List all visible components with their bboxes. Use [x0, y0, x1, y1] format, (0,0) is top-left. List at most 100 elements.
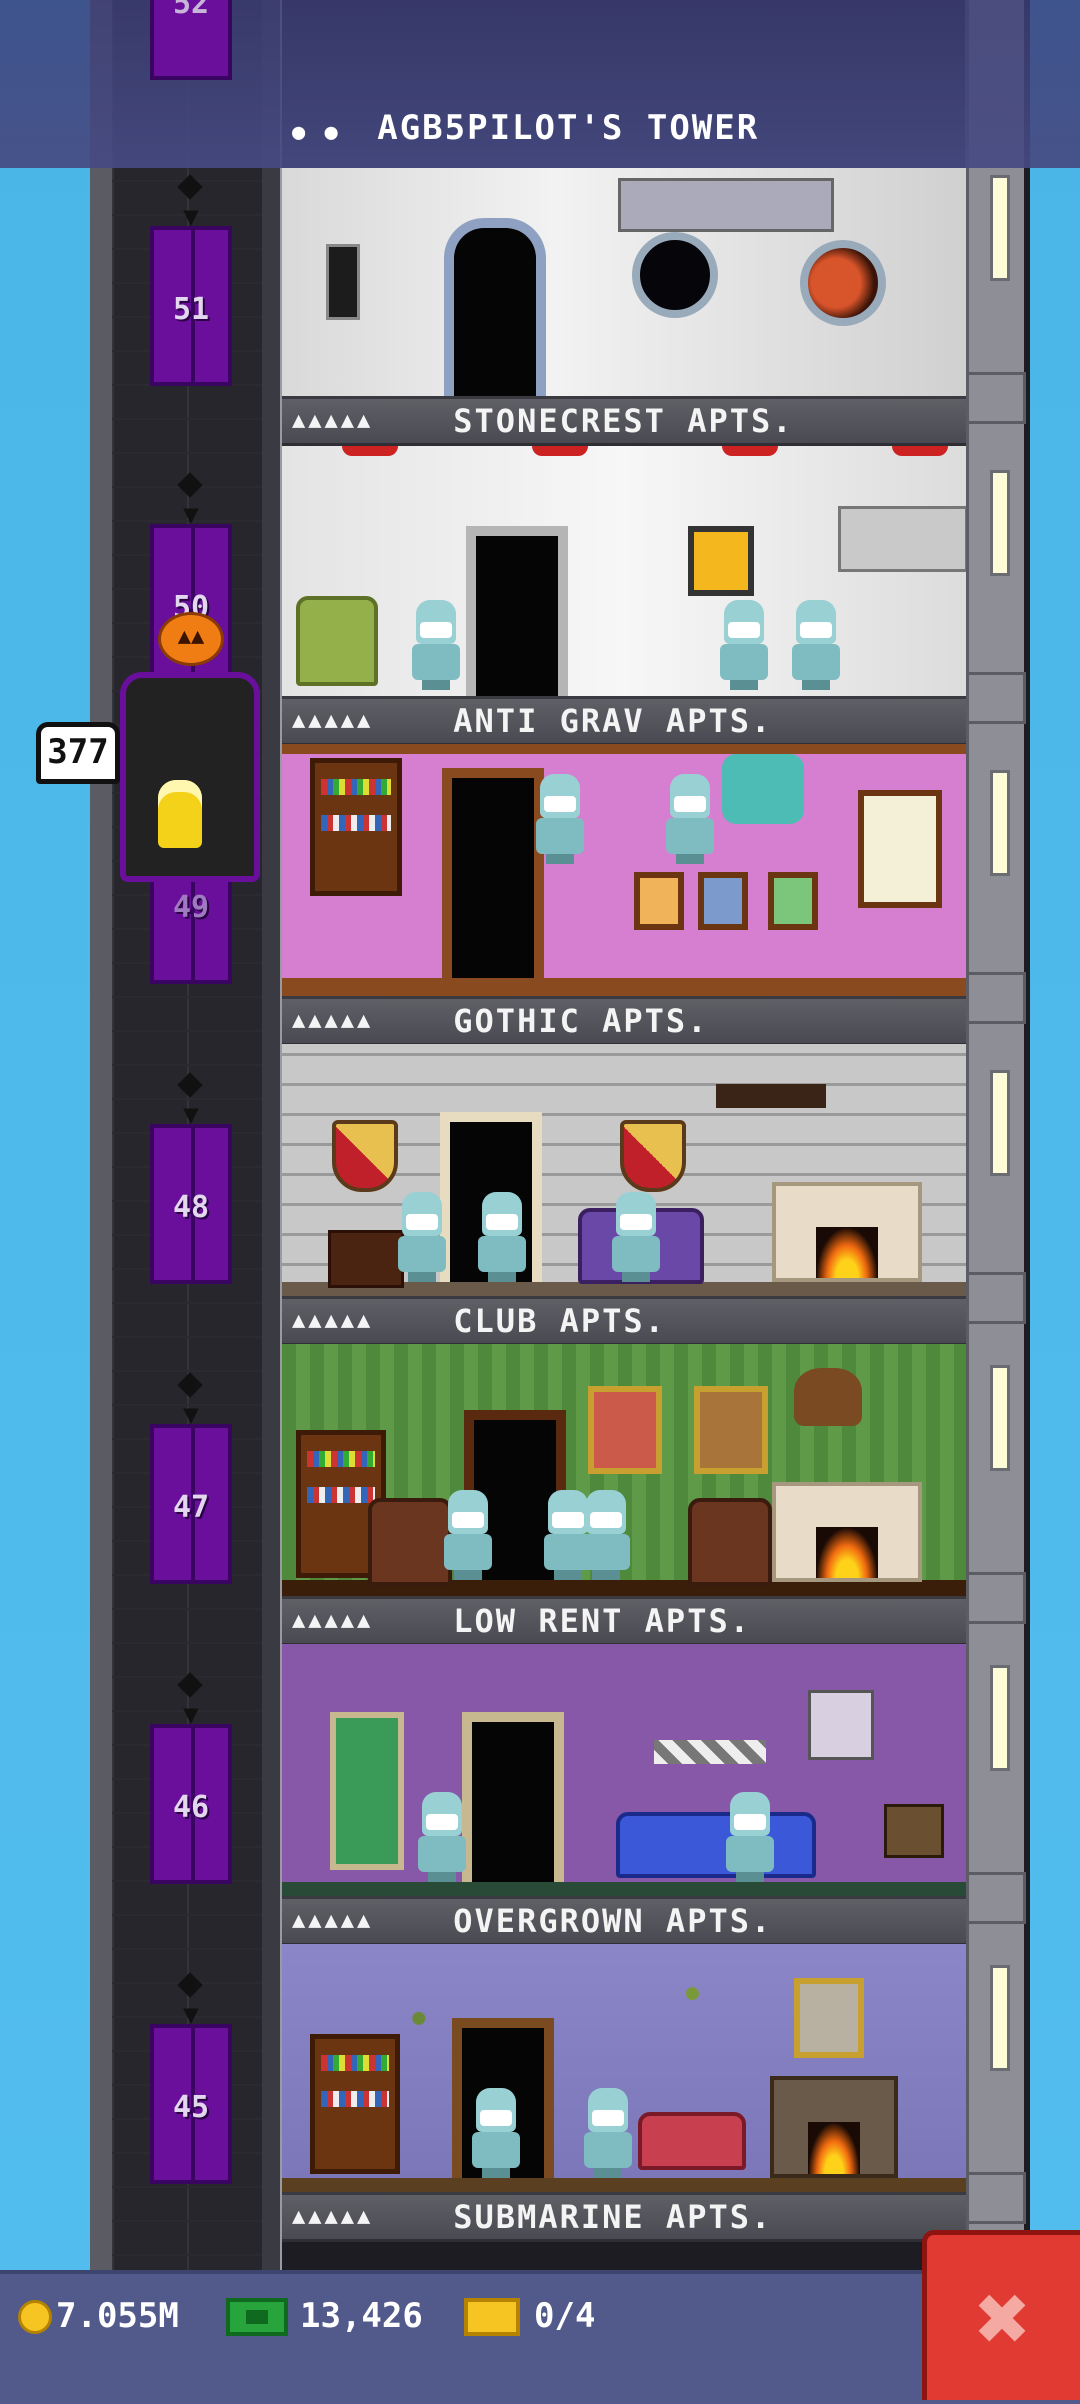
elevator-door-51[interactable]: 51: [150, 226, 232, 386]
red-chaise: [638, 2112, 746, 2170]
portrait-frame: [694, 1386, 768, 1474]
bux-icon: [226, 2298, 288, 2336]
floor-room-50[interactable]: [282, 446, 966, 696]
ticket-count[interactable]: 0/4: [534, 2296, 595, 2336]
floor-stars: ▲▲▲▲▲: [292, 408, 374, 433]
floor-name-bar[interactable]: ▲▲▲▲▲ GOTHIC APTS.: [282, 996, 966, 1046]
ticket-icon: [464, 2298, 520, 2336]
room-window: [858, 790, 942, 908]
coin-icon: [18, 2300, 52, 2334]
wall-shield: [620, 1120, 686, 1192]
coin-count[interactable]: 7.055M: [56, 2296, 179, 2336]
pumpkin-icon: ▲▲: [158, 612, 224, 666]
elevator-floor-number: 45: [172, 2090, 210, 2125]
bitizen[interactable]: [412, 600, 460, 690]
floor-name-bar[interactable]: ▲▲▲▲▲ SUBMARINE APTS.: [282, 2192, 966, 2242]
elevator-floor-number: 51: [172, 292, 210, 327]
armchair: [296, 596, 378, 686]
elevator-door-46[interactable]: 46: [150, 1724, 232, 1884]
tower-window: [990, 770, 1010, 876]
floor-name-bar[interactable]: ▲▲▲▲▲ LOW RENT APTS.: [282, 1596, 966, 1646]
elevator-floor-number: 47: [172, 1490, 210, 1525]
status-bar: [0, 2270, 1080, 2404]
elevator-door-47[interactable]: 47: [150, 1424, 232, 1584]
moose-head: [794, 1368, 862, 1426]
floor-name: STONECREST APTS.: [453, 402, 794, 440]
bitizen[interactable]: [584, 2088, 632, 2178]
floor-name-bar[interactable]: ▲▲▲▲▲ ANTI GRAV APTS.: [282, 696, 966, 746]
bat-icon: ▼: [183, 2000, 199, 2030]
wall-shield: [332, 1120, 398, 1192]
bitizen[interactable]: [726, 1792, 774, 1882]
floating-chair: [722, 754, 804, 824]
tower-ledge: [966, 372, 1026, 424]
floating-bitizen[interactable]: [536, 774, 584, 864]
tower-window: [990, 1965, 1010, 2071]
bitizen[interactable]: [612, 1192, 660, 1282]
room-door: [444, 218, 546, 396]
elevator-rider: [158, 780, 202, 848]
floor-room-49[interactable]: [282, 744, 966, 996]
floor-room-48[interactable]: [282, 1044, 966, 1296]
wall-art: [688, 526, 754, 596]
floor-name: LOW RENT APTS.: [453, 1602, 751, 1640]
floor-name-bar[interactable]: ▲▲▲▲▲ CLUB APTS.: [282, 1296, 966, 1346]
tower-window: [990, 175, 1010, 281]
elevator-door-45[interactable]: 45: [150, 2024, 232, 2184]
floor-stars: ▲▲▲▲▲: [292, 708, 374, 733]
floor-stars: ▲▲▲▲▲: [292, 1308, 374, 1333]
porthole-window: [632, 232, 718, 318]
elevator-door-52[interactable]: 52: [150, 0, 232, 80]
bat-icon: ▼: [183, 202, 199, 232]
side-table: [328, 1230, 404, 1288]
fireplace: [770, 2076, 898, 2178]
bitizen[interactable]: [792, 600, 840, 690]
title-stars: ● ●: [292, 120, 341, 145]
bitizen[interactable]: [418, 1792, 466, 1882]
tower-window: [990, 470, 1010, 576]
chandelier: [716, 1084, 826, 1108]
tower-ledge: [966, 2172, 1026, 2224]
close-button[interactable]: ✖: [922, 2230, 1080, 2400]
blue-sofa: [616, 1812, 816, 1878]
bux-count[interactable]: 13,426: [300, 2296, 423, 2336]
elevator-floor-number: 48: [172, 1190, 210, 1225]
bitizen[interactable]: [444, 1490, 492, 1580]
elevator-door-48[interactable]: 48: [150, 1124, 232, 1284]
floor-room-47[interactable]: [282, 1344, 966, 1596]
floor-room-51[interactable]: [282, 168, 966, 396]
floor-name: SUBMARINE APTS.: [453, 2198, 773, 2236]
tower-ledge: [966, 972, 1026, 1024]
close-icon: ✖: [975, 2265, 1032, 2372]
elevator-floor-number: 52: [172, 0, 210, 21]
bitizen[interactable]: [720, 600, 768, 690]
floor-stars: ▲▲▲▲▲: [292, 1608, 374, 1633]
shaft-rail-left: [90, 0, 112, 2290]
floor-room-46[interactable]: [282, 1644, 966, 1896]
leather-chair: [688, 1498, 772, 1586]
tower-window: [990, 1070, 1010, 1176]
wall-sign: [654, 1740, 766, 1764]
tower-ledge: [966, 1872, 1026, 1924]
bitizen[interactable]: [472, 2088, 520, 2178]
leather-chair: [368, 1498, 452, 1586]
floor-name: ANTI GRAV APTS.: [453, 702, 773, 740]
bat-icon: ▼: [183, 1100, 199, 1130]
tower-title: ● ● AGB5PILOT'S TOWER: [282, 108, 966, 148]
floor-name-bar[interactable]: ▲▲▲▲▲ OVERGROWN APTS.: [282, 1896, 966, 1946]
elevator-car-sign: 377: [36, 722, 120, 784]
portrait-frame: [588, 1386, 662, 1474]
bat-icon: ▼: [183, 500, 199, 530]
floor-name-bar[interactable]: ▲▲▲▲▲ STONECREST APTS.: [282, 396, 966, 446]
floor-stars: ▲▲▲▲▲: [292, 1008, 374, 1033]
floating-bitizen[interactable]: [666, 774, 714, 864]
picture-frame: [634, 872, 684, 930]
tower-window: [990, 1665, 1010, 1771]
bitizen[interactable]: [478, 1192, 526, 1282]
bitizen[interactable]: [398, 1192, 446, 1282]
kitchen-cabinets: [838, 506, 966, 572]
floor-name: GOTHIC APTS.: [453, 1002, 709, 1040]
elevator-car[interactable]: [120, 672, 260, 882]
floor-room-45[interactable]: [282, 1944, 966, 2192]
bitizen[interactable]: [582, 1490, 630, 1580]
